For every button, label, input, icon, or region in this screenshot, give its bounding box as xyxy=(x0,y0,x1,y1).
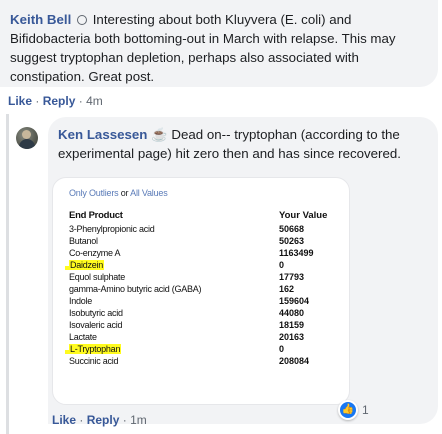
table-header: End Product Your Value xyxy=(69,210,339,223)
table-row: gamma-Amino butyric acid (GABA) 162 xyxy=(69,283,339,295)
table-row: Equol sulphate 17793 xyxy=(69,271,339,283)
comment-author-name[interactable]: Ken Lassesen xyxy=(58,127,147,142)
product-name: Co-enzyme A xyxy=(69,248,121,258)
value-filter: Only Outliers or All Values xyxy=(69,188,168,198)
attached-image[interactable]: Only Outliers or All Values End Product … xyxy=(52,177,350,405)
product-value: 50263 xyxy=(279,236,305,246)
comment-timestamp[interactable]: 1m xyxy=(130,413,147,427)
product-value: 1163499 xyxy=(279,248,314,258)
reaction-count[interactable]: 1 xyxy=(362,403,369,417)
like-link[interactable]: Like xyxy=(52,413,76,427)
product-name: Equol sulphate xyxy=(69,272,126,282)
product-name-highlighted: L-Tryptophan xyxy=(69,344,122,354)
table-row: Isobutyric acid 44080 xyxy=(69,307,339,319)
product-name: Isobutyric acid xyxy=(69,308,123,318)
filter-or: or xyxy=(120,188,129,198)
product-name: gamma-Amino butyric acid (GABA) xyxy=(69,284,202,294)
comment-author-name[interactable]: Keith Bell xyxy=(10,12,71,27)
column-header-your-value: Your Value xyxy=(279,210,328,221)
end-product-table: End Product Your Value 3-Phenylpropionic… xyxy=(65,210,339,367)
separator: · xyxy=(78,94,83,108)
only-outliers-link[interactable]: Only Outliers xyxy=(69,188,119,198)
table-row: Isovaleric acid 18159 xyxy=(69,319,339,331)
product-name: Lactate xyxy=(69,332,97,342)
product-value: 0 xyxy=(279,344,285,354)
table-row: Butanol 50263 xyxy=(69,235,339,247)
all-values-link[interactable]: All Values xyxy=(130,188,168,198)
coffee-icon: ☕ xyxy=(151,127,168,142)
product-value: 20163 xyxy=(279,332,305,342)
comment-text-container: Keith Bell Interesting about both Kluyve… xyxy=(10,10,430,86)
product-name-highlighted: Daidzein xyxy=(69,260,105,270)
product-name: Isovaleric acid xyxy=(69,320,123,330)
product-name: 3-Phenylpropionic acid xyxy=(69,224,155,234)
reply-actions: Like · Reply · 1m xyxy=(52,413,147,427)
table-row: Co-enzyme A 1163499 xyxy=(69,247,339,259)
comment-actions: Like · Reply · 4m xyxy=(8,94,103,108)
table-row: Indole 159604 xyxy=(69,295,339,307)
comment-text-container: Ken Lassesen ☕ Dead on-- tryptophan (acc… xyxy=(58,125,430,163)
table-row: Succinic acid 208084 xyxy=(69,355,339,367)
like-link[interactable]: Like xyxy=(8,94,32,108)
product-value: 208084 xyxy=(279,356,310,366)
separator: · xyxy=(122,413,127,427)
reply-link[interactable]: Reply xyxy=(43,94,76,108)
badge-icon xyxy=(77,15,88,25)
table-row-highlighted: L-Tryptophan 0 xyxy=(65,343,339,355)
reaction-summary[interactable]: 👍 xyxy=(338,400,358,420)
table-row: 3-Phenylpropionic acid 50668 xyxy=(69,223,339,235)
product-value: 50668 xyxy=(279,224,305,234)
product-value: 162 xyxy=(279,284,295,294)
product-value: 0 xyxy=(279,260,285,270)
product-value: 18159 xyxy=(279,320,305,330)
reply-link[interactable]: Reply xyxy=(87,413,120,427)
comment-timestamp[interactable]: 4m xyxy=(86,94,103,108)
product-value: 44080 xyxy=(279,308,305,318)
table-row: Lactate 20163 xyxy=(69,331,339,343)
product-value: 159604 xyxy=(279,296,310,306)
column-header-end-product: End Product xyxy=(69,210,123,221)
product-name: Butanol xyxy=(69,236,98,246)
avatar[interactable] xyxy=(16,127,38,149)
comment-bubble-ken: Ken Lassesen ☕ Dead on-- tryptophan (acc… xyxy=(48,117,438,424)
product-name: Succinic acid xyxy=(69,356,119,366)
thumbs-up-icon: 👍 xyxy=(340,402,356,418)
reply-thread-line xyxy=(6,114,9,434)
separator: · xyxy=(35,94,40,108)
table-row-highlighted: Daidzein 0 xyxy=(65,259,339,271)
separator: · xyxy=(79,413,84,427)
product-name: Indole xyxy=(69,296,93,306)
comment-bubble-keith: Keith Bell Interesting about both Kluyve… xyxy=(0,0,438,87)
product-value: 17793 xyxy=(279,272,305,282)
